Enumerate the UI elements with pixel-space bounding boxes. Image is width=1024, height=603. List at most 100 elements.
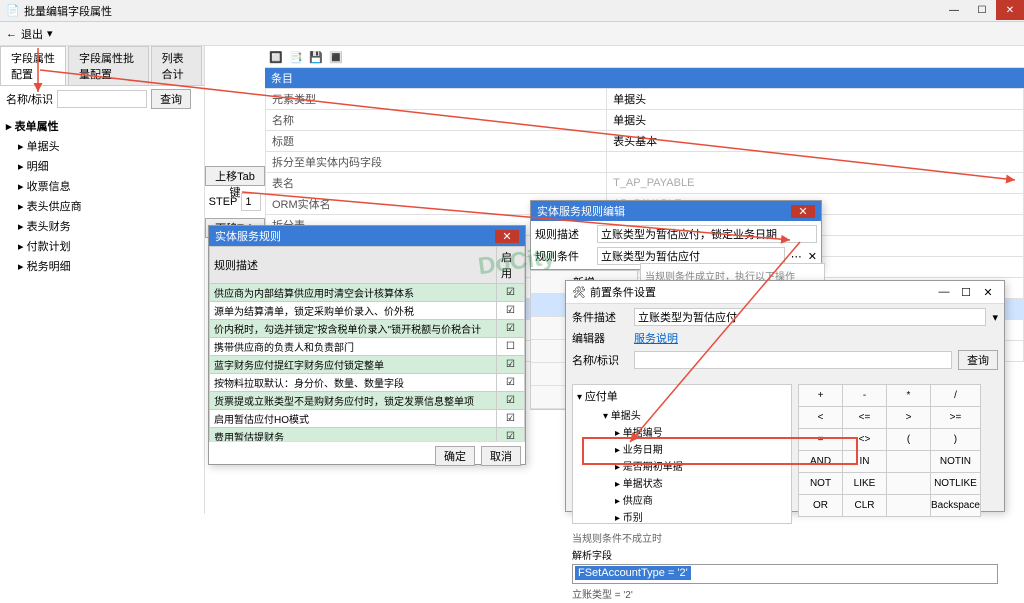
tree-item[interactable]: ▸ 表头财务	[2, 216, 202, 236]
cond-clear-icon[interactable]: ✕	[808, 250, 817, 263]
preset-tree-item[interactable]: ▸ 是否期初单据	[589, 457, 787, 474]
op-button[interactable]: >	[887, 407, 931, 429]
prop-val[interactable]: 单据头	[607, 89, 1024, 110]
rule-check[interactable]: ☑	[497, 410, 525, 428]
rule-desc[interactable]: 货票提或立账类型不是购财务应付时，锁定发票信息整单项	[210, 392, 497, 410]
icon-2[interactable]: 📑	[287, 48, 305, 66]
op-button[interactable]: AND	[799, 451, 843, 473]
tab-list-total[interactable]: 列表合计	[151, 46, 202, 85]
save-icon[interactable]: 💾	[307, 48, 325, 66]
preset-field-tree[interactable]: ▾ 应付单 ▾ 单据头▸ 单据编号▸ 业务日期▸ 是否期初单据▸ 单据状态▸ 供…	[572, 384, 792, 524]
rules-title: 实体服务规则	[215, 228, 281, 244]
op-button[interactable]: (	[887, 429, 931, 451]
rule-desc[interactable]: 蓝字财务应付提红字财务应付锁定整单	[210, 356, 497, 374]
prop-val[interactable]: T_AP_PAYABLE	[607, 173, 1024, 194]
op-button[interactable]: IN	[843, 451, 887, 473]
search-button[interactable]: 查询	[151, 89, 191, 109]
rule-desc[interactable]: 启用暂估应付HO模式	[210, 410, 497, 428]
rules-cancel-button[interactable]: 取消	[481, 446, 521, 466]
tab-up-button[interactable]: 上移Tab键	[205, 166, 265, 186]
op-button[interactable]: LIKE	[843, 473, 887, 495]
op-button[interactable]	[887, 495, 931, 517]
rule-check[interactable]: ☑	[497, 320, 525, 338]
rule-desc[interactable]: 价内税时，勾选并锁定"按含税单价录入"锁开税额与价税合计	[210, 320, 497, 338]
tree-item[interactable]: ▸ 单据头	[2, 136, 202, 156]
tab-field-config[interactable]: 字段属性配置	[0, 46, 66, 85]
op-button[interactable]: OR	[799, 495, 843, 517]
rule-desc-label: 规则描述	[535, 226, 591, 242]
cond-lookup-icon[interactable]: ⋯	[791, 250, 802, 263]
preset-find-button[interactable]: 查询	[958, 350, 998, 370]
dropdown-icon[interactable]: ▾	[47, 27, 53, 40]
close-button[interactable]: ✕	[996, 0, 1024, 20]
op-button[interactable]: NOTLIKE	[931, 473, 981, 495]
prop-val[interactable]: 表头基本	[607, 131, 1024, 152]
preset-tree-item[interactable]: ▸ 单据状态	[589, 474, 787, 491]
op-button[interactable]: *	[887, 385, 931, 407]
preset-tree-item[interactable]: ▸ 供应商	[589, 491, 787, 508]
op-button[interactable]: -	[843, 385, 887, 407]
rules-ok-button[interactable]: 确定	[435, 446, 475, 466]
preset-tree-item[interactable]: ▾ 单据头	[589, 406, 787, 423]
edit-title: 实体服务规则编辑	[537, 203, 625, 219]
rule-check[interactable]: ☑	[497, 428, 525, 442]
op-button[interactable]: >=	[931, 407, 981, 429]
rule-edit-window: 实体服务规则编辑✕ 规则描述 规则条件⋯✕	[530, 200, 822, 270]
icon-1[interactable]: 🔲	[267, 48, 285, 66]
rule-desc[interactable]: 按物料拉取默认：身分价、数量、数量字段	[210, 374, 497, 392]
op-button[interactable]: )	[931, 429, 981, 451]
preset-close-button[interactable]: ✕	[978, 284, 998, 300]
op-button[interactable]: NOTIN	[931, 451, 981, 473]
tab-batch-config[interactable]: 字段属性批量配置	[68, 46, 149, 85]
rule-desc[interactable]: 费用暂估提财务	[210, 428, 497, 442]
rule-desc[interactable]: 供应商为内部结算供应用时清空会计核算体系	[210, 284, 497, 302]
preset-name-input[interactable]	[634, 351, 952, 369]
rule-check[interactable]: ☑	[497, 302, 525, 320]
op-button[interactable]: CLR	[843, 495, 887, 517]
expression-input[interactable]: FSetAccountType = '2'	[572, 564, 998, 584]
prop-val[interactable]: 单据头	[607, 110, 1024, 131]
rules-close-icon[interactable]: ✕	[495, 230, 519, 243]
tree-item[interactable]: ▸ 税务明细	[2, 256, 202, 276]
back-icon[interactable]: ←	[6, 28, 17, 40]
rule-check[interactable]: ☐	[497, 338, 525, 356]
icon-4[interactable]: 🔳	[327, 48, 345, 66]
op-button[interactable]: <>	[843, 429, 887, 451]
op-button[interactable]: NOT	[799, 473, 843, 495]
preset-cond-input[interactable]	[634, 308, 986, 326]
tree-item[interactable]: ▸ 付款计划	[2, 236, 202, 256]
preset-min-button[interactable]: —	[934, 284, 954, 300]
step-input[interactable]	[241, 193, 261, 211]
preset-max-button[interactable]: ☐	[956, 284, 976, 300]
maximize-button[interactable]: ☐	[968, 0, 996, 20]
preset-tree-item[interactable]: ▸ 业务日期	[589, 440, 787, 457]
minimize-button[interactable]: —	[940, 0, 968, 20]
rule-check[interactable]: ☑	[497, 392, 525, 410]
rule-desc[interactable]: 源单为结算清单，锁定采购单价录入、价外税	[210, 302, 497, 320]
op-button[interactable]	[887, 451, 931, 473]
preset-type-link[interactable]: 服务说明	[634, 330, 678, 346]
search-input[interactable]	[57, 90, 147, 108]
op-button[interactable]: <=	[843, 407, 887, 429]
tree-item[interactable]: ▸ 表头供应商	[2, 196, 202, 216]
tree-root[interactable]: ▸ 表单属性	[2, 116, 202, 136]
op-button[interactable]: /	[931, 385, 981, 407]
op-button[interactable]	[887, 473, 931, 495]
rule-check[interactable]: ☑	[497, 356, 525, 374]
edit-close-icon[interactable]: ✕	[791, 205, 815, 218]
tree-item[interactable]: ▸ 明细	[2, 156, 202, 176]
op-button[interactable]: <	[799, 407, 843, 429]
preset-tree-item[interactable]: ▸ 币别	[589, 508, 787, 524]
rule-desc[interactable]: 携带供应商的负责人和负责部门	[210, 338, 497, 356]
prop-val[interactable]	[607, 152, 1024, 173]
rule-desc-input[interactable]	[597, 225, 817, 243]
rule-check[interactable]: ☑	[497, 374, 525, 392]
tree-item[interactable]: ▸ 收票信息	[2, 176, 202, 196]
preset-cond-dd-icon[interactable]: ▾	[992, 311, 998, 324]
op-button[interactable]: +	[799, 385, 843, 407]
op-button[interactable]: =	[799, 429, 843, 451]
preset-tree-item[interactable]: ▸ 单据编号	[589, 423, 787, 440]
exit-button[interactable]: 退出	[21, 26, 43, 42]
op-button[interactable]: Backspace	[931, 495, 981, 517]
rule-check[interactable]: ☑	[497, 284, 525, 302]
